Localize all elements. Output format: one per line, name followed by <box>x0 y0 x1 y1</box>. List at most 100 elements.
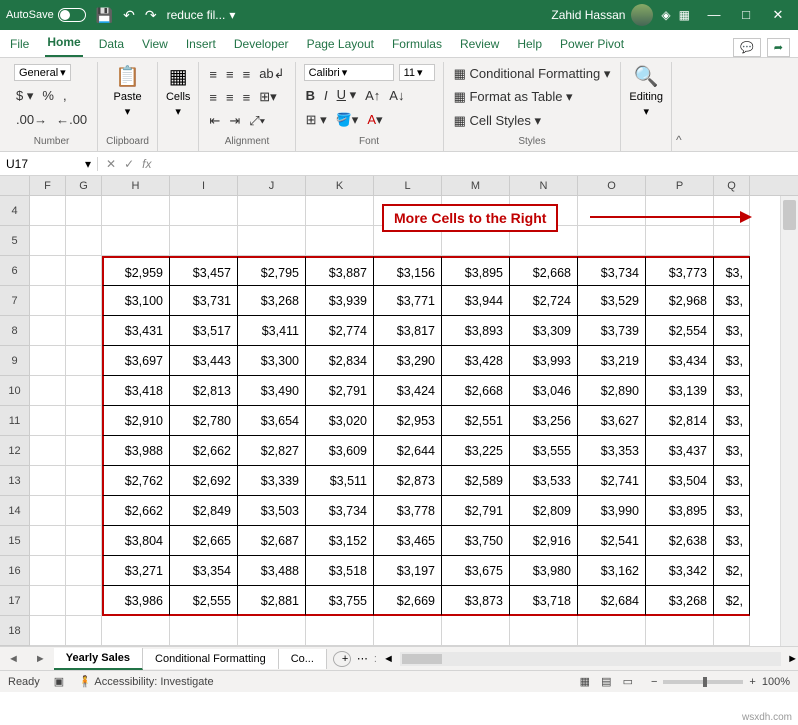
cell[interactable]: $3,739 <box>578 316 646 346</box>
cell[interactable]: $2,780 <box>170 406 238 436</box>
cell[interactable] <box>66 526 102 556</box>
minimize-button[interactable]: — <box>700 7 728 23</box>
cell[interactable] <box>510 616 578 646</box>
editing-button[interactable]: 🔍 Editing ▾ <box>629 64 663 118</box>
merge-button[interactable]: ⊞▾ <box>257 87 278 107</box>
col-header[interactable]: I <box>170 176 238 195</box>
cell[interactable]: $3,511 <box>306 466 374 496</box>
col-header[interactable]: O <box>578 176 646 195</box>
cell[interactable] <box>238 196 306 226</box>
accessibility-status[interactable]: 🧍 Accessibility: Investigate <box>78 675 213 688</box>
cell[interactable]: $3,893 <box>442 316 510 346</box>
tab-page-layout[interactable]: Page Layout <box>305 31 376 57</box>
macro-record-icon[interactable]: ▣ <box>54 675 64 688</box>
chevron-down-icon[interactable]: ▾ <box>229 8 235 22</box>
row-header[interactable]: 4 <box>0 196 30 226</box>
row-header[interactable]: 6 <box>0 256 30 286</box>
cell[interactable]: $2,762 <box>102 466 170 496</box>
cell[interactable]: $3,437 <box>646 436 714 466</box>
cell[interactable] <box>170 196 238 226</box>
cell[interactable] <box>66 286 102 316</box>
cell[interactable]: $3,020 <box>306 406 374 436</box>
cell[interactable]: $3, <box>714 466 750 496</box>
cell[interactable] <box>646 616 714 646</box>
cell[interactable]: $3,271 <box>102 556 170 586</box>
sheet-nav-prev[interactable]: ◄ <box>0 653 27 665</box>
cell[interactable]: $3,518 <box>306 556 374 586</box>
zoom-out-button[interactable]: − <box>651 676 657 688</box>
cell[interactable]: $2,873 <box>374 466 442 496</box>
tab-view[interactable]: View <box>140 31 170 57</box>
new-sheet-button[interactable]: + <box>333 651 351 667</box>
cell[interactable] <box>30 316 66 346</box>
cell[interactable]: $2, <box>714 586 750 616</box>
cell-styles-button[interactable]: ▦ Cell Styles ▾ <box>452 111 543 131</box>
cell[interactable] <box>30 226 66 256</box>
cell[interactable]: $3, <box>714 406 750 436</box>
tab-review[interactable]: Review <box>458 31 501 57</box>
cell[interactable]: $3,627 <box>578 406 646 436</box>
cell[interactable]: $3,225 <box>442 436 510 466</box>
cell[interactable] <box>30 406 66 436</box>
cell[interactable]: $3,418 <box>102 376 170 406</box>
align-top-button[interactable]: ≡ <box>207 65 219 84</box>
cell[interactable] <box>714 616 750 646</box>
cell[interactable]: $3,734 <box>578 256 646 286</box>
cell[interactable]: $3,731 <box>170 286 238 316</box>
cell[interactable]: $3,609 <box>306 436 374 466</box>
cell[interactable]: $3,424 <box>374 376 442 406</box>
cell[interactable]: $2,741 <box>578 466 646 496</box>
col-header[interactable]: G <box>66 176 102 195</box>
sheet-tab[interactable]: Conditional Formatting <box>143 649 279 669</box>
cell[interactable]: $2,953 <box>374 406 442 436</box>
cell[interactable] <box>30 526 66 556</box>
cell[interactable] <box>30 586 66 616</box>
row-header[interactable]: 9 <box>0 346 30 376</box>
cell[interactable] <box>66 256 102 286</box>
cell[interactable]: $3,219 <box>578 346 646 376</box>
paste-button[interactable]: 📋 Paste ▾ <box>106 64 149 118</box>
cancel-icon[interactable]: ✕ <box>106 157 116 171</box>
cell[interactable]: $3,778 <box>374 496 442 526</box>
cell[interactable]: $3,488 <box>238 556 306 586</box>
row-header[interactable]: 13 <box>0 466 30 496</box>
cell[interactable]: $2,849 <box>170 496 238 526</box>
cell[interactable] <box>66 616 102 646</box>
cell[interactable]: $2,668 <box>510 256 578 286</box>
cell[interactable] <box>66 316 102 346</box>
cell[interactable] <box>30 466 66 496</box>
cell[interactable]: $3,256 <box>510 406 578 436</box>
cell[interactable]: $3,162 <box>578 556 646 586</box>
cell[interactable] <box>306 226 374 256</box>
sheet-tab[interactable]: Co... <box>279 649 327 669</box>
row-header[interactable]: 12 <box>0 436 30 466</box>
cell[interactable] <box>646 196 714 226</box>
cell[interactable] <box>714 226 750 256</box>
col-header[interactable]: P <box>646 176 714 195</box>
hscroll-left[interactable]: ◄ <box>383 653 394 665</box>
cell[interactable]: $3,773 <box>646 256 714 286</box>
cell[interactable]: $3,309 <box>510 316 578 346</box>
row-header[interactable]: 8 <box>0 316 30 346</box>
cell[interactable] <box>170 616 238 646</box>
cell[interactable]: $3,457 <box>170 256 238 286</box>
cell[interactable]: $3,993 <box>510 346 578 376</box>
cell[interactable] <box>646 226 714 256</box>
cell[interactable]: $2,910 <box>102 406 170 436</box>
user-account[interactable]: Zahid Hassan <box>551 4 653 26</box>
zoom-in-button[interactable]: + <box>749 676 755 688</box>
autosave-toggle[interactable]: AutoSave <box>6 8 86 22</box>
decrease-font-button[interactable]: A↓ <box>387 86 406 105</box>
name-box[interactable]: U17▾ <box>0 157 98 171</box>
cell[interactable]: $2,662 <box>170 436 238 466</box>
decrease-indent-button[interactable]: ⇤ <box>207 111 222 131</box>
cell[interactable]: $2,638 <box>646 526 714 556</box>
collapse-ribbon-button[interactable]: ^ <box>672 129 686 151</box>
cell[interactable]: $2,774 <box>306 316 374 346</box>
cell[interactable] <box>102 616 170 646</box>
orientation-button[interactable]: ⤢▾ <box>247 111 267 131</box>
row-header[interactable]: 7 <box>0 286 30 316</box>
page-break-view-button[interactable]: ▭ <box>619 676 637 688</box>
cell[interactable]: $3, <box>714 316 750 346</box>
cell[interactable]: $3,533 <box>510 466 578 496</box>
